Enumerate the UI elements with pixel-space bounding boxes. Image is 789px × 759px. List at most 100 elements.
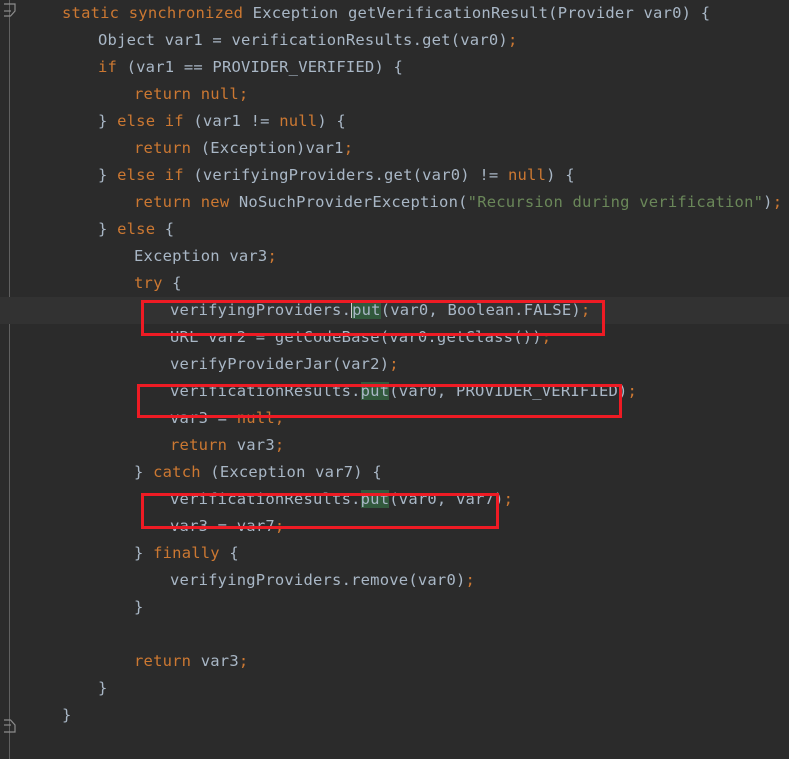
code-line[interactable]: verificationResults.put(var0, PROVIDER_V… bbox=[0, 378, 789, 405]
code-token: == bbox=[183, 58, 203, 76]
code-token: verificationResults. bbox=[221, 31, 423, 49]
code-line[interactable]: return var3; bbox=[0, 432, 789, 459]
code-token: } bbox=[134, 544, 144, 562]
code-line-text: } else if (var1 != null) { bbox=[0, 108, 346, 135]
code-line[interactable]: verifyProviderJar(var2); bbox=[0, 351, 789, 378]
code-line[interactable]: if (var1 == PROVIDER_VERIFIED) { bbox=[0, 54, 789, 81]
code-token: (var0, Boolean.FALSE) bbox=[380, 301, 581, 319]
code-line[interactable]: var3 = null; bbox=[0, 405, 789, 432]
code-token: new bbox=[200, 193, 230, 211]
code-line[interactable]: static synchronized Exception getVerific… bbox=[0, 0, 789, 27]
code-token: } bbox=[62, 706, 72, 724]
code-token: static bbox=[62, 4, 120, 22]
code-line-text: Exception var3; bbox=[0, 243, 277, 270]
code-line-text: return var3; bbox=[0, 432, 284, 459]
code-token: ; bbox=[238, 85, 249, 103]
code-line[interactable]: } finally { bbox=[0, 540, 789, 567]
code-line[interactable]: } else if (verifyingProviders.get(var0) … bbox=[0, 162, 789, 189]
code-token: ; bbox=[274, 517, 285, 535]
code-line-text: return new NoSuchProviderException("Recu… bbox=[0, 189, 782, 216]
code-token: try bbox=[134, 274, 163, 292]
code-token: ; bbox=[238, 652, 249, 670]
code-line[interactable]: verifyingProviders.remove(var0); bbox=[0, 567, 789, 594]
code-line[interactable]: return null; bbox=[0, 81, 789, 108]
code-line-text: var3 = null; bbox=[0, 405, 284, 432]
code-line[interactable]: return (Exception)var1; bbox=[0, 135, 789, 162]
code-line-text: verificationResults.put(var0, PROVIDER_V… bbox=[0, 378, 637, 405]
code-token: = bbox=[217, 409, 228, 427]
code-token: get bbox=[422, 31, 451, 49]
code-token: ; bbox=[541, 328, 552, 346]
code-line[interactable]: try { bbox=[0, 270, 789, 297]
code-line[interactable]: } bbox=[0, 675, 789, 702]
code-token: "Recursion during verification" bbox=[467, 193, 764, 211]
code-line[interactable]: } bbox=[0, 594, 789, 621]
code-token: var3 bbox=[191, 652, 239, 670]
code-token: (var1 bbox=[117, 58, 184, 76]
code-line-text: return (Exception)var1; bbox=[0, 135, 353, 162]
code-token: ; bbox=[580, 301, 591, 319]
code-token: NoSuchProviderException( bbox=[229, 193, 468, 211]
search-match-token: put bbox=[360, 382, 390, 400]
code-token: } bbox=[134, 463, 144, 481]
code-line-text: if (var1 == PROVIDER_VERIFIED) { bbox=[0, 54, 403, 81]
code-token: { bbox=[700, 4, 711, 22]
code-line[interactable]: var3 = var7; bbox=[0, 513, 789, 540]
code-line[interactable]: verificationResults.put(var0, var7); bbox=[0, 486, 789, 513]
code-token: getClass bbox=[436, 328, 514, 346]
code-editor[interactable]: static synchronized Exception getVerific… bbox=[0, 0, 789, 759]
code-line[interactable]: } catch (Exception var7) { bbox=[0, 459, 789, 486]
code-line[interactable] bbox=[0, 621, 789, 648]
code-token: Exception var3 bbox=[134, 247, 268, 265]
code-line[interactable]: } bbox=[0, 702, 789, 729]
code-token: ) bbox=[681, 4, 701, 22]
code-token: PROVIDER_VERIFIED) bbox=[202, 58, 394, 76]
code-token: ()) bbox=[513, 328, 542, 346]
code-token: verificationResults. bbox=[170, 382, 361, 400]
code-line-text: } else { bbox=[0, 216, 174, 243]
code-token: getCodeBase(var0. bbox=[265, 328, 437, 346]
code-line-text: return var3; bbox=[0, 648, 248, 675]
code-token: verificationResults. bbox=[170, 490, 361, 508]
code-token: ; bbox=[465, 571, 476, 589]
code-token: } bbox=[98, 679, 108, 697]
code-token: remove bbox=[351, 571, 409, 589]
code-token: synchronized bbox=[128, 4, 244, 22]
code-line[interactable]: Exception var3; bbox=[0, 243, 789, 270]
code-token: } bbox=[98, 166, 108, 184]
code-content[interactable]: static synchronized Exception getVerific… bbox=[0, 0, 789, 759]
code-line[interactable]: } else { bbox=[0, 216, 789, 243]
code-token: ; bbox=[274, 436, 285, 454]
code-line-text: } finally { bbox=[0, 540, 239, 567]
code-token: { bbox=[336, 112, 346, 130]
code-line[interactable]: Object var1 = verificationResults.get(va… bbox=[0, 27, 789, 54]
code-line[interactable]: verifyingProviders.put(var0, Boolean.FAL… bbox=[0, 297, 789, 324]
code-line-text: verifyingProviders.remove(var0); bbox=[0, 567, 475, 594]
code-line-text: } catch (Exception var7) { bbox=[0, 459, 382, 486]
code-token: ; bbox=[389, 355, 399, 373]
code-line[interactable]: } else if (var1 != null) { bbox=[0, 108, 789, 135]
code-line[interactable]: return new NoSuchProviderException("Recu… bbox=[0, 189, 789, 216]
code-line[interactable]: URL var2 = getCodeBase(var0.getClass()); bbox=[0, 324, 789, 351]
code-token: ; bbox=[772, 193, 783, 211]
code-line-text: verifyProviderJar(var2); bbox=[0, 351, 399, 378]
code-token: verifyingProviders. bbox=[170, 571, 352, 589]
search-match-token: put bbox=[352, 301, 381, 319]
code-token: ) bbox=[763, 193, 773, 211]
code-line-text: } else if (verifyingProviders.get(var0) … bbox=[0, 162, 575, 189]
code-line[interactable]: return var3; bbox=[0, 648, 789, 675]
code-token: { bbox=[372, 463, 382, 481]
code-token: var3 bbox=[227, 436, 275, 454]
code-token: null bbox=[507, 166, 547, 184]
code-line-text: Object var1 = verificationResults.get(va… bbox=[0, 27, 518, 54]
